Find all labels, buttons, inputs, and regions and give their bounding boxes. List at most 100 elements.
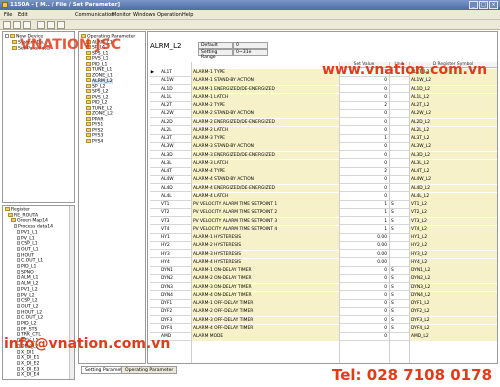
set-value-cell[interactable]: 0 bbox=[339, 193, 389, 201]
tree-item[interactable]: PV_L2 bbox=[17, 292, 35, 298]
set-value-cell[interactable]: 0 bbox=[339, 267, 389, 275]
connect-icon[interactable] bbox=[37, 21, 45, 29]
tree-item[interactable]: CSP_L2 bbox=[17, 298, 38, 304]
tree-item[interactable]: Green Map14 bbox=[11, 218, 48, 224]
table-row[interactable]: DYF1 ALARM-1 OFF-DELAY TIMER 0 S DYF1_L2 bbox=[150, 300, 497, 308]
tree-item[interactable]: X_DI_E2 bbox=[17, 360, 39, 366]
set-value-cell[interactable]: 0.00 bbox=[339, 259, 389, 267]
table-row[interactable]: AL1W ALARM-1 STAND-BY ACTION 0 AL1W_L2 bbox=[150, 77, 497, 86]
table-row[interactable]: HY3 ALARM-3 HYSTERESIS 0.00 HY3_L2 bbox=[150, 250, 497, 259]
set-value-cell[interactable]: 0 bbox=[339, 308, 389, 316]
tree-item[interactable]: RE_ROUTA bbox=[8, 212, 38, 218]
set-value-cell[interactable]: 1 bbox=[339, 209, 389, 217]
table-row[interactable]: AL1D ALARM-1 ENERGIZED/DE-ENERGIZED 0 AL1D_… bbox=[150, 85, 497, 94]
tree-item[interactable]: ALM_L1 bbox=[17, 275, 38, 281]
tree-item[interactable]: X_DI_E1 bbox=[17, 355, 39, 361]
set-value-cell[interactable]: 0 bbox=[339, 127, 389, 135]
tree-item[interactable]: PID_L2 bbox=[17, 321, 36, 327]
table-row[interactable]: DYN4 ALARM-4 ON-DELAY TIMER 0 S DYN4_L2 bbox=[150, 291, 497, 300]
table-row[interactable]: HY4 ALARM-4 HYSTERESIS 0.00 HY4_L2 bbox=[150, 258, 497, 267]
menu-edit[interactable]: Edit bbox=[18, 12, 28, 18]
tree-item[interactable]: Register bbox=[5, 207, 30, 213]
tree-item[interactable]: OUT_L2 bbox=[17, 303, 39, 309]
menu-communication[interactable]: Communication bbox=[75, 12, 114, 18]
set-value-cell[interactable]: 0 bbox=[339, 176, 389, 184]
tree-item[interactable]: PV1_L1 bbox=[17, 229, 38, 235]
open-icon[interactable] bbox=[13, 21, 21, 29]
tree-item[interactable]: ALM_L2 bbox=[17, 281, 38, 287]
set-value-cell[interactable]: 0 bbox=[339, 86, 389, 94]
tree-item[interactable]: PYS4 bbox=[86, 138, 103, 144]
table-row[interactable]: AL1L ALARM-1 LATCH 0 AL1L_L2 bbox=[150, 93, 497, 102]
table-row[interactable]: AL3W ALARM-3 STAND-BY ACTION 0 AL3W_L2 bbox=[150, 143, 497, 152]
tree-item[interactable]: PF_STS bbox=[17, 326, 37, 332]
table-row[interactable]: AL3L ALARM-3 LATCH 0 AL3L_L2 bbox=[150, 159, 497, 168]
set-value-cell[interactable]: 0 bbox=[339, 317, 389, 325]
table-row[interactable]: DYN3 ALARM-3 ON-DELAY TIMER 0 S DYN3_L2 bbox=[150, 283, 497, 292]
table-row[interactable]: AMD ALARM MODE 0 AMD_L2 bbox=[150, 333, 497, 341]
menu-operation[interactable]: Operation bbox=[157, 12, 182, 18]
set-value-cell[interactable]: 0.00 bbox=[339, 251, 389, 259]
tree-item[interactable]: Process data14 bbox=[14, 224, 53, 230]
expand-icon[interactable] bbox=[5, 34, 9, 38]
table-row[interactable]: AL4W ALARM-4 STAND-BY ACTION 0 AL4W_L2 bbox=[150, 176, 497, 185]
table-row[interactable]: AL2T ALARM-2 TYPE 2 AL2T_L2 bbox=[150, 102, 497, 110]
tree-item[interactable]: OUT_L1 bbox=[17, 246, 39, 252]
set-value-cell[interactable]: 1 bbox=[339, 135, 389, 143]
menu-file[interactable]: File bbox=[4, 12, 12, 18]
set-value-cell[interactable]: 0 bbox=[339, 152, 389, 160]
save-icon[interactable] bbox=[23, 21, 31, 29]
table-row[interactable]: DYF4 ALARM-4 OFF-DELAY TIMER 0 S DYF4_L2 bbox=[150, 324, 497, 333]
write-icon[interactable] bbox=[57, 21, 65, 29]
set-value-cell[interactable]: 0 bbox=[339, 94, 389, 102]
tree-item[interactable]: PV_L1 bbox=[17, 235, 35, 241]
table-row[interactable]: HY1 ALARM-1 HYSTERESIS 0.00 HY1_L2 bbox=[150, 234, 497, 242]
table-row[interactable]: AL3D ALARM-3 ENERGIZED/DE-ENERGIZED 0 AL3D_… bbox=[150, 151, 497, 160]
set-value-cell[interactable]: 0 bbox=[339, 300, 389, 308]
table-row[interactable]: AL4T ALARM-4 TYPE 2 AL4T_L2 bbox=[150, 168, 497, 176]
set-value-cell[interactable]: 0.00 bbox=[339, 242, 389, 250]
set-value-cell[interactable]: 0 bbox=[339, 284, 389, 292]
set-value-cell[interactable]: 0 bbox=[339, 275, 389, 283]
set-value-cell[interactable]: 0.00 bbox=[339, 234, 389, 242]
table-row[interactable]: DYN2 ALARM-2 ON-DELAY TIMER 0 S DYN2_L2 bbox=[150, 275, 497, 284]
tree-item[interactable]: HOUT_L2 bbox=[17, 309, 42, 315]
set-value-cell[interactable]: 0 bbox=[339, 119, 389, 127]
table-row[interactable]: HY2 ALARM-2 HYSTERESIS 0.00 HY2_L2 bbox=[150, 242, 497, 251]
set-value-cell[interactable]: 0 bbox=[339, 77, 389, 85]
menu-monitor[interactable]: Monitor bbox=[112, 12, 131, 18]
tree-item[interactable]: CSP_L1 bbox=[17, 241, 38, 247]
set-value-cell[interactable]: 1 bbox=[339, 218, 389, 226]
tree-item[interactable]: PID_L1 bbox=[17, 264, 36, 270]
set-value-cell[interactable]: 0 bbox=[339, 110, 389, 118]
table-row[interactable]: VT4 PV VELOCITY ALARM TIME SETPOINT 4 1 S VT… bbox=[150, 225, 497, 234]
tree-item[interactable]: PV1_L2 bbox=[17, 286, 38, 292]
set-value-cell[interactable]: 0 bbox=[339, 292, 389, 300]
close-button[interactable]: × bbox=[489, 1, 498, 9]
table-row[interactable]: AL2L ALARM-2 LATCH 0 AL2L_L2 bbox=[150, 126, 497, 135]
tree-item[interactable]: C.OUT_L2 bbox=[17, 315, 43, 321]
table-row[interactable]: AL2W ALARM-2 STAND-BY ACTION 0 AL2W_L2 bbox=[150, 110, 497, 119]
table-row[interactable]: AL4D ALARM-4 ENERGIZED/DE-ENERGIZED 0 AL4D_… bbox=[150, 184, 497, 193]
table-row[interactable]: DYN1 ALARM-1 ON-DELAY TIMER 0 S DYN1_L2 bbox=[150, 267, 497, 275]
tree-item[interactable]: C.OUT_L1 bbox=[17, 258, 43, 264]
table-row[interactable]: VT2 PV VELOCITY ALARM TIME SETPOINT 2 1 S VT… bbox=[150, 209, 497, 218]
set-value-cell[interactable]: 0 bbox=[339, 185, 389, 193]
table-row[interactable]: VT1 PV VELOCITY ALARM TIME SETPOINT 1 1 S VT… bbox=[150, 201, 497, 209]
menu-windows[interactable]: Windows bbox=[133, 12, 155, 18]
set-value-cell[interactable]: 0 bbox=[339, 160, 389, 168]
set-value-cell[interactable]: 2 bbox=[339, 102, 389, 110]
set-value-cell[interactable]: 0 bbox=[339, 325, 389, 333]
new-icon[interactable] bbox=[3, 21, 11, 29]
tree-item[interactable]: SPNO bbox=[17, 269, 34, 275]
vertical-scrollbar[interactable] bbox=[69, 206, 74, 379]
tree-item[interactable]: HOUT bbox=[17, 252, 34, 258]
set-value-cell[interactable]: 1 bbox=[339, 201, 389, 209]
table-row[interactable]: AL2D ALARM-2 ENERGIZED/DE-ENERGIZED 0 AL2D_… bbox=[150, 118, 497, 127]
menu-help[interactable]: Help bbox=[182, 12, 193, 18]
tab-operating-parameter[interactable]: Operating Parameter bbox=[121, 366, 178, 374]
maximize-button[interactable]: □ bbox=[479, 1, 488, 9]
set-value-cell[interactable]: 2 bbox=[339, 168, 389, 176]
set-value-cell[interactable]: 1 bbox=[339, 226, 389, 234]
set-value-cell[interactable]: 0 bbox=[339, 333, 389, 341]
